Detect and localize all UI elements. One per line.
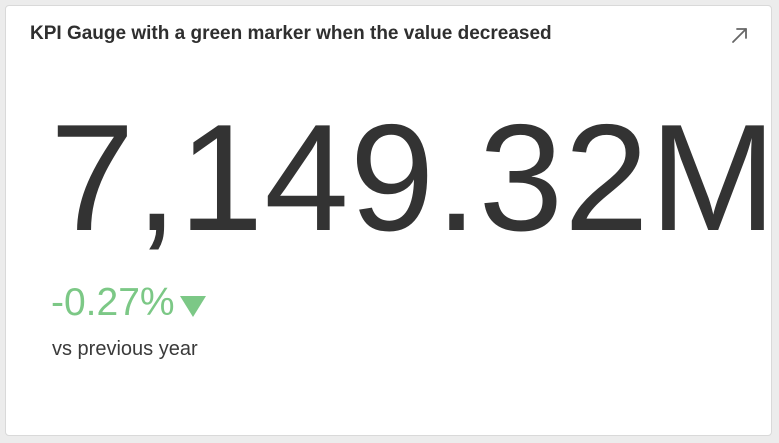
kpi-value: 7,149.32M <box>50 93 778 263</box>
comparison-label: vs previous year <box>52 338 198 360</box>
expand-button[interactable] <box>729 24 751 46</box>
card-title: KPI Gauge with a green marker when the v… <box>30 23 552 44</box>
delta-value: -0.27% <box>51 281 175 324</box>
delta-row: -0.27% <box>51 283 207 322</box>
kpi-card: KPI Gauge with a green marker when the v… <box>5 5 776 436</box>
expand-arrow-icon <box>732 28 747 43</box>
down-triangle-icon <box>179 295 206 317</box>
